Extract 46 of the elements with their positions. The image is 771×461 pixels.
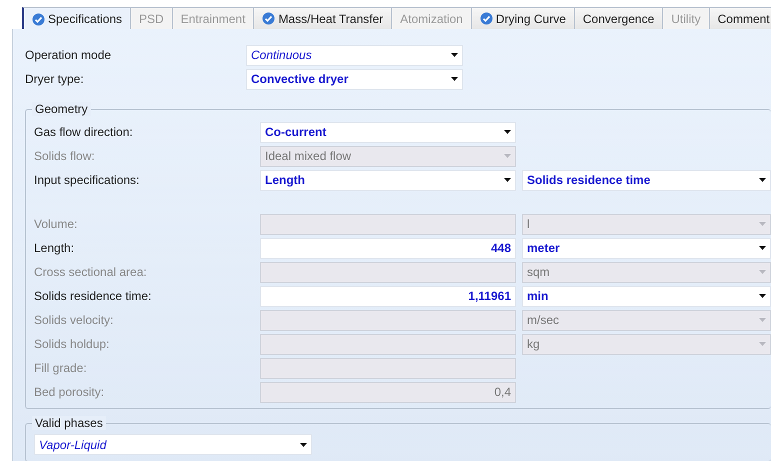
group-title: Valid phases bbox=[32, 416, 106, 430]
field-label: Bed porosity: bbox=[34, 385, 106, 399]
dropdown[interactable]: Solids residence time bbox=[522, 170, 771, 190]
field-label: Input specifications: bbox=[34, 173, 140, 187]
dropdown-arrow-icon bbox=[300, 442, 307, 446]
group-title: Geometry bbox=[32, 102, 91, 116]
field-label: Volume: bbox=[34, 217, 78, 231]
dropdown[interactable]: meter bbox=[522, 238, 771, 258]
tab[interactable]: Mass/Heat Transfer bbox=[253, 7, 392, 29]
dropdown-arrow-icon bbox=[504, 154, 511, 158]
dropdown-arrow-icon bbox=[759, 178, 766, 182]
field-label: Length: bbox=[34, 241, 76, 255]
dropdown-arrow-icon bbox=[759, 294, 766, 298]
field-label: Solids velocity: bbox=[34, 313, 114, 327]
field-label: Operation mode bbox=[25, 48, 112, 62]
dropdown-arrow-icon bbox=[504, 130, 511, 134]
input-field[interactable]: 448 bbox=[260, 238, 516, 258]
dropdown-arrow-icon bbox=[759, 222, 766, 226]
dropdown-arrow-icon bbox=[759, 318, 766, 322]
dropdown-arrow-icon bbox=[451, 53, 458, 57]
dropdown-arrow-icon bbox=[759, 342, 766, 346]
check-icon bbox=[480, 12, 493, 25]
dropdown[interactable]: Vapor-Liquid bbox=[34, 434, 312, 455]
dropdown[interactable]: Length bbox=[260, 170, 516, 190]
dropdown-arrow-icon bbox=[451, 77, 458, 81]
field-label: Solids holdup: bbox=[34, 337, 110, 351]
check-icon bbox=[32, 12, 45, 26]
dropdown[interactable]: Continuous bbox=[246, 44, 463, 66]
field-label: Fill grade: bbox=[34, 361, 88, 375]
field-label: Cross sectional area: bbox=[34, 265, 148, 279]
tab[interactable]: Drying Curve bbox=[470, 7, 575, 29]
field-label: Solids flow: bbox=[34, 149, 96, 163]
dropdown[interactable]: Co-current bbox=[260, 122, 516, 142]
check-icon bbox=[262, 12, 276, 25]
dropdown[interactable]: Convective dryer bbox=[246, 68, 463, 90]
field-label: Gas flow direction: bbox=[34, 125, 134, 139]
dropdown-arrow-icon bbox=[504, 178, 511, 182]
field-label: Dryer type: bbox=[25, 72, 85, 86]
tab[interactable]: Specifications bbox=[22, 7, 132, 29]
dropdown-arrow-icon bbox=[759, 270, 766, 274]
dropdown-arrow-icon bbox=[759, 246, 766, 250]
input-field[interactable]: 1,11961 bbox=[260, 286, 516, 306]
field-label: Solids residence time: bbox=[34, 289, 152, 303]
tab[interactable]: Comment bbox=[708, 7, 771, 29]
dropdown[interactable]: min bbox=[522, 286, 771, 306]
tab[interactable]: Convergence bbox=[574, 7, 664, 29]
